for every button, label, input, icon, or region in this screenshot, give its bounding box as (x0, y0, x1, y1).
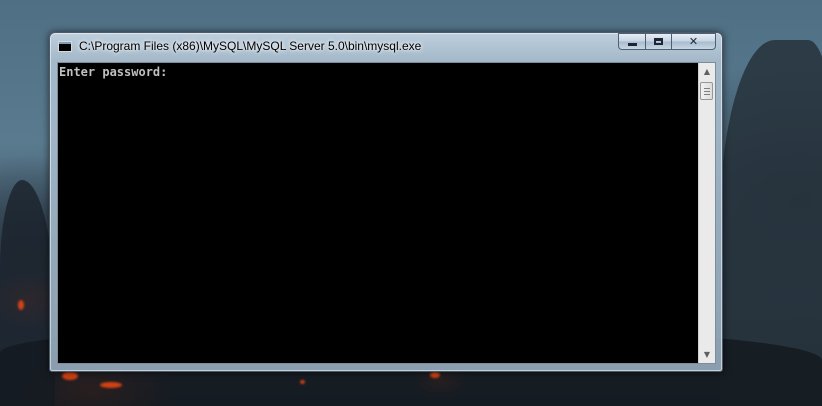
console-window-icon[interactable] (58, 41, 72, 52)
maximize-button[interactable] (645, 33, 671, 50)
window-title: C:\Program Files (x86)\MySQL\MySQL Serve… (79, 39, 422, 53)
console-window[interactable]: C:\Program Files (x86)\MySQL\MySQL Serve… (49, 32, 723, 372)
lava-glow (62, 372, 78, 380)
title-bar[interactable]: C:\Program Files (x86)\MySQL\MySQL Serve… (50, 33, 722, 61)
scroll-down-arrow-icon[interactable]: ▼ (699, 346, 715, 363)
lava-glow (430, 372, 440, 378)
scroll-up-arrow-icon[interactable]: ▲ (699, 63, 715, 80)
lava-glow (300, 380, 305, 384)
minimize-icon (627, 42, 637, 46)
console-area[interactable]: Enter password: ▲ ▼ (57, 62, 716, 364)
close-button[interactable]: ✕ (671, 33, 716, 50)
grip-line (704, 94, 710, 95)
grip-line (704, 91, 710, 92)
grip-line (704, 88, 710, 89)
vertical-scrollbar[interactable]: ▲ ▼ (698, 63, 715, 363)
maximize-icon (654, 38, 663, 45)
console-output[interactable]: Enter password: (58, 63, 698, 363)
caption-buttons: ✕ (618, 33, 716, 51)
minimize-button[interactable] (618, 33, 645, 50)
close-icon: ✕ (688, 35, 699, 48)
lava-glow (100, 382, 122, 388)
scroll-thumb[interactable] (700, 82, 713, 100)
lava-glow (18, 300, 24, 310)
